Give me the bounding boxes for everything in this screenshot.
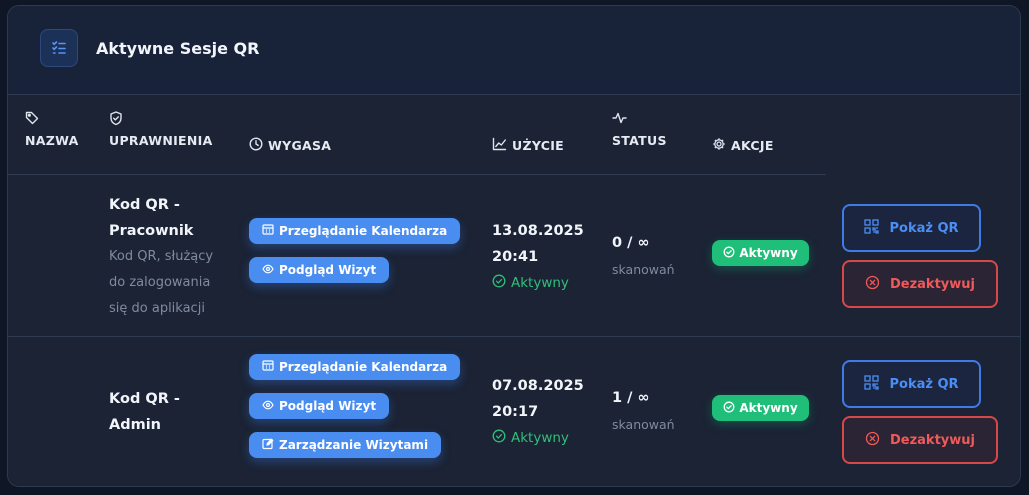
status-label: Aktywny (739, 401, 798, 415)
show-qr-button[interactable]: Pokaż QR (842, 204, 981, 252)
expiry-state: Aktywny (492, 274, 569, 292)
permission-label: Przeglądanie Kalendarza (279, 224, 448, 238)
usage-label: skanowań (612, 262, 675, 277)
permission-badge: Przeglądanie Kalendarza (249, 218, 461, 244)
session-name: Kod QR - Admin (109, 386, 229, 438)
permission-label: Podgląd Wizyt (279, 399, 377, 413)
usage-label: skanowań (612, 417, 675, 432)
column-header-usage[interactable]: UŻYCIE (492, 137, 564, 154)
expiry-state-label: Aktywny (511, 430, 569, 446)
column-label: WYGASA (268, 138, 332, 153)
tag-icon (25, 111, 79, 127)
calendar-icon (262, 224, 274, 238)
header-divider (8, 174, 826, 175)
session-name-line: Admin (109, 417, 162, 433)
column-header-name[interactable]: NAZWA (25, 111, 79, 148)
column-header-actions[interactable]: AKCJE (712, 137, 774, 154)
permission-label: Przeglądanie Kalendarza (279, 360, 448, 374)
column-header-expires[interactable]: WYGASA (249, 137, 331, 154)
clock-icon (249, 137, 263, 154)
session-description: Kod QR, służący do zalogowania się do ap… (109, 244, 239, 322)
column-label: UPRAWNIENIA (109, 133, 213, 148)
column-label: AKCJE (731, 138, 774, 153)
deactivate-label: Dezaktywuj (889, 276, 975, 292)
deactivate-button[interactable]: Dezaktywuj (842, 416, 998, 464)
expiry-datetime: 13.08.2025 20:41 (492, 218, 584, 270)
column-label: UŻYCIE (512, 138, 564, 153)
expiry-date: 07.08.2025 (492, 378, 584, 394)
expiry-time: 20:17 (492, 404, 539, 420)
deactivate-label: Dezaktywuj (889, 432, 975, 448)
permission-label: Zarządzanie Wizytami (279, 438, 429, 452)
qr-sessions-table: NAZWA UPRAWNIENIA WYGASA UŻYCIE STATUS A… (8, 94, 1020, 486)
permission-badge: Przeglądanie Kalendarza (249, 354, 461, 380)
check-circle-icon (492, 429, 506, 447)
calendar-icon (262, 360, 274, 374)
permission-badge: Podgląd Wizyt (249, 393, 390, 419)
permission-badge: Podgląd Wizyt (249, 257, 390, 283)
status-badge: Aktywny (712, 240, 809, 266)
show-qr-label: Pokaż QR (889, 376, 959, 392)
usage-count: 1 / ∞ (612, 390, 650, 406)
shield-check-icon (109, 111, 213, 127)
page-title: Aktywne Sesje QR (96, 39, 260, 58)
description-line: do zalogowania (109, 275, 211, 290)
show-qr-button[interactable]: Pokaż QR (842, 360, 981, 408)
session-name-line: Kod QR - (109, 197, 180, 213)
expiry-date: 13.08.2025 (492, 223, 584, 239)
permission-label: Podgląd Wizyt (279, 263, 377, 277)
column-header-permissions[interactable]: UPRAWNIENIA (109, 111, 213, 148)
usage-count: 0 / ∞ (612, 235, 650, 251)
status-badge: Aktywny (712, 395, 809, 421)
row-divider (8, 336, 1020, 337)
column-label: STATUS (612, 133, 667, 148)
show-qr-label: Pokaż QR (889, 220, 959, 236)
deactivate-button[interactable]: Dezaktywuj (842, 260, 998, 308)
permission-badge: Zarządzanie Wizytami (249, 432, 442, 458)
expiry-state-label: Aktywny (511, 275, 569, 291)
session-name-line: Kod QR - (109, 391, 180, 407)
check-circle-icon (723, 246, 735, 261)
qr-code-icon (864, 218, 880, 238)
expiry-datetime: 07.08.2025 20:17 (492, 373, 584, 425)
description-line: się do aplikacji (109, 301, 205, 316)
edit-icon (262, 438, 274, 453)
description-line: Kod QR, służący (109, 249, 214, 264)
column-label: NAZWA (25, 133, 79, 148)
session-name-line: Pracownik (109, 223, 194, 239)
card-header: Aktywne Sesje QR (8, 6, 1020, 94)
eye-icon (262, 399, 274, 413)
status-label: Aktywny (739, 246, 798, 260)
qr-code-icon (864, 374, 880, 394)
eye-icon (262, 263, 274, 277)
chart-line-icon (492, 137, 507, 154)
check-circle-icon (492, 274, 506, 292)
expiry-state: Aktywny (492, 429, 569, 447)
activity-icon (612, 111, 667, 127)
list-check-icon (40, 29, 78, 67)
x-circle-icon (865, 431, 880, 450)
qr-sessions-card: Aktywne Sesje QR NAZWA UPRAWNIENIA WYGAS… (7, 5, 1021, 487)
session-name: Kod QR - Pracownik (109, 192, 229, 244)
expiry-time: 20:41 (492, 249, 539, 265)
x-circle-icon (865, 275, 880, 294)
check-circle-icon (723, 401, 735, 416)
column-header-status[interactable]: STATUS (612, 111, 667, 148)
gear-icon (712, 137, 726, 154)
